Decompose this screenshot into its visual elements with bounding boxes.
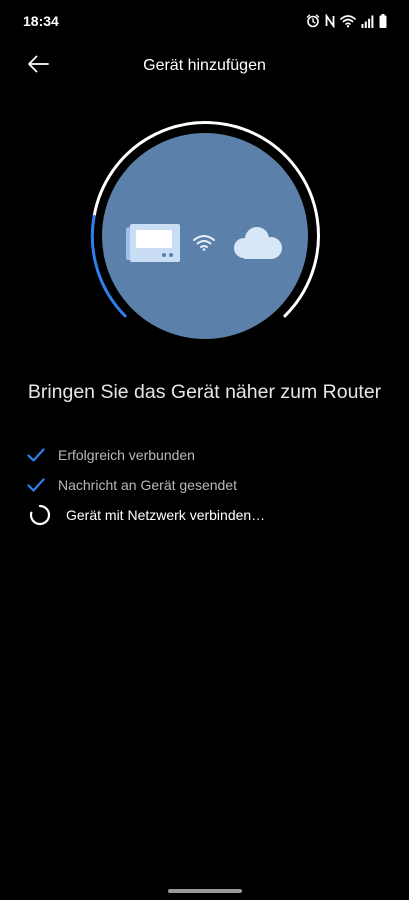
progress-steps-list: Erfolgreich verbunden Nachricht an Gerät…	[24, 440, 384, 530]
loading-spinner-icon	[28, 503, 52, 527]
alarm-icon	[306, 14, 320, 28]
instruction-headline: Bringen Sie das Gerät näher zum Router	[27, 381, 382, 403]
wifi-icon	[192, 233, 216, 256]
connection-illustration	[89, 120, 321, 352]
nfc-icon	[325, 14, 335, 28]
list-item: Nachricht an Gerät gesendet	[24, 470, 384, 500]
status-bar: 18:34	[0, 0, 409, 42]
cellular-signal-icon	[361, 15, 374, 28]
step-label: Nachricht an Gerät gesendet	[58, 477, 237, 493]
step-label: Erfolgreich verbunden	[58, 447, 195, 463]
status-time: 18:34	[23, 13, 59, 29]
checkmark-icon	[24, 443, 48, 467]
app-header: Gerät hinzufügen	[0, 42, 409, 90]
status-icons	[306, 12, 387, 30]
cloud-icon	[230, 224, 284, 267]
device-display-icon	[124, 222, 182, 269]
wifi-icon	[340, 14, 356, 28]
battery-icon	[379, 14, 387, 28]
step-label: Gerät mit Netzwerk verbinden…	[66, 507, 266, 523]
checkmark-icon	[24, 473, 48, 497]
home-indicator[interactable]	[168, 889, 242, 893]
list-item: Gerät mit Netzwerk verbinden…	[24, 500, 384, 530]
page-title: Gerät hinzufügen	[143, 57, 266, 74]
list-item: Erfolgreich verbunden	[24, 440, 384, 470]
